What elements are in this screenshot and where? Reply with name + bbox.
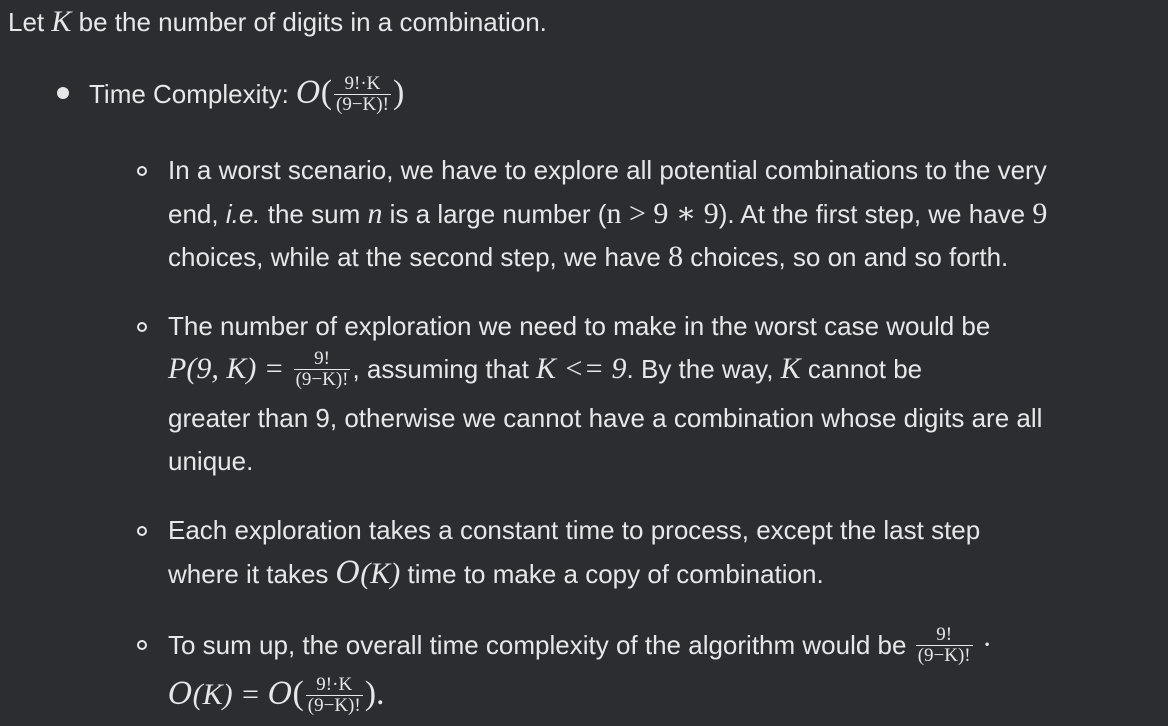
fraction-denominator: (9−K)! xyxy=(305,694,363,716)
close-paren: ). xyxy=(364,675,385,712)
sub4-text-1: To sum up, the overall time complexity o… xyxy=(168,630,914,660)
sub1-text-2a: end, xyxy=(168,199,226,229)
sub3-text-2a: where it takes xyxy=(168,559,336,589)
sub2-text-1: The number of exploration we need to mak… xyxy=(168,311,991,341)
sub2-text-2d: cannot be xyxy=(800,354,923,384)
intro-text-2: be the number of digits in a combination… xyxy=(71,7,547,37)
sub4-equation: (K) = xyxy=(192,678,268,711)
sub1-var-n: n xyxy=(367,197,383,230)
sub4-fraction: 9! (9−K)! xyxy=(915,623,973,666)
sub1-text-2c: is a large number ( xyxy=(382,199,607,229)
time-complexity-line: Time Complexity: O(9!·K (9−K)!) xyxy=(89,71,404,117)
open-paren: ( xyxy=(320,74,333,111)
intro-line: Let K be the number of digits in a combi… xyxy=(8,0,547,44)
sub2-line2: P(9, K) = 9! (9−K)!, assuming that K <= 9… xyxy=(168,347,922,392)
fraction-numerator: 9!·K xyxy=(316,673,353,695)
sub2-permutation: P(9, K) = xyxy=(168,352,292,385)
bullet-circle-icon xyxy=(137,640,147,650)
sub2-text-2b: , assuming that xyxy=(352,354,537,384)
big-o-symbol: O xyxy=(267,677,293,712)
open-paren: ( xyxy=(292,675,304,712)
sub1-text-1: In a worst scenario, we have to explore … xyxy=(168,155,1047,185)
sub3-text-2b: time to make a copy of combination. xyxy=(400,559,824,589)
sub1-eight: 8 xyxy=(668,240,684,273)
fraction-numerator: 9!·K xyxy=(344,72,381,94)
bullet-circle-icon xyxy=(137,166,147,176)
sub2-var-k: K xyxy=(780,352,801,385)
sub2-fraction: 9! (9−K)! xyxy=(293,347,351,390)
fraction-numerator: 9! xyxy=(314,347,330,369)
bullet-disc-icon xyxy=(57,87,69,99)
time-complexity-label: Time Complexity: xyxy=(89,79,297,109)
sub1-text-3a: choices, while at the second step, we ha… xyxy=(168,242,669,272)
bullet-circle-icon xyxy=(137,526,147,536)
sub1-text-2d: ). At the first step, we have xyxy=(718,199,1033,229)
big-o-symbol: O xyxy=(335,556,361,591)
sub2-text-3: greater than 9, otherwise we cannot have… xyxy=(168,403,1043,433)
sub1-line2: end, i.e. the sum n is a large number (n… xyxy=(168,192,1047,236)
close-paren: ) xyxy=(392,74,405,111)
intro-text-1: Let xyxy=(8,7,52,37)
big-o-symbol: O xyxy=(296,76,321,111)
sub1-ie: i.e. xyxy=(225,199,261,229)
sub4-dot: · xyxy=(974,628,993,661)
sub4-line2: O(K) = O(9!·K (9−K)!). xyxy=(168,672,385,718)
time-fraction: 9!·K (9−K)! xyxy=(334,72,391,115)
sub2-line3: greater than 9, otherwise we cannot have… xyxy=(168,397,1042,440)
big-o-symbol: O xyxy=(168,677,193,712)
sub1-nine: 9 xyxy=(1032,197,1048,230)
sub2-text-4: unique. xyxy=(168,446,254,476)
fraction-denominator: (9−K)! xyxy=(334,93,391,115)
document: Let K be the number of digits in a combi… xyxy=(0,0,1168,726)
sub4-fraction-2: 9!·K (9−K)! xyxy=(305,673,363,716)
sub4-line1: To sum up, the overall time complexity o… xyxy=(168,623,992,668)
sub1-text-2b: the sum xyxy=(260,199,368,229)
sub2-line1: The number of exploration we need to mak… xyxy=(168,305,990,348)
fraction-numerator: 9! xyxy=(936,623,953,645)
bullet-circle-icon xyxy=(137,322,147,332)
sub3-text-1: Each exploration takes a constant time t… xyxy=(168,515,981,545)
sub3-ok: (K) xyxy=(360,557,401,590)
sub1-line1: In a worst scenario, we have to explore … xyxy=(168,149,1047,192)
intro-var-k: K xyxy=(51,5,72,38)
fraction-denominator: (9−K)! xyxy=(293,368,351,390)
sub3-line2: where it takes O(K) time to make a copy … xyxy=(168,552,824,596)
sub2-text-2c: . By the way, xyxy=(626,354,781,384)
sub2-condition: K <= 9 xyxy=(536,352,627,385)
sub1-line3: choices, while at the second step, we ha… xyxy=(168,235,1008,279)
sub1-text-3b: choices, so on and so forth. xyxy=(683,242,1009,272)
sub1-condition: n > 9 ∗ 9 xyxy=(606,197,719,230)
sub2-line4: unique. xyxy=(168,440,253,483)
sub3-line1: Each exploration takes a constant time t… xyxy=(168,509,980,552)
fraction-denominator: (9−K)! xyxy=(915,644,973,666)
